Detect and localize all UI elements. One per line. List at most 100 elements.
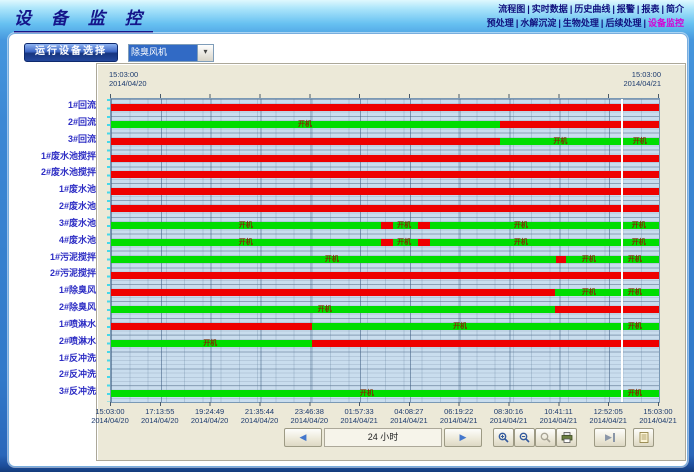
zoom-in-icon	[498, 432, 509, 443]
bar-event-label: 开机	[582, 256, 596, 263]
stop-segment	[556, 256, 566, 263]
device-combobox[interactable]: 除臭风机 ▾	[128, 44, 214, 62]
print-button[interactable]	[556, 428, 577, 447]
nav-link-2[interactable]: 实时数据	[532, 4, 568, 14]
nav-separator: |	[643, 18, 646, 28]
x-axis-tick-label: 15:03:002014/04/21	[626, 407, 690, 425]
nav-separator: |	[612, 4, 615, 14]
stop-segment	[418, 239, 430, 246]
time-range-track[interactable]: 24 小时	[324, 428, 442, 447]
bar-event-label: 开机	[318, 306, 332, 313]
nav-link-2[interactable]: 水解沉淀	[520, 18, 556, 28]
stop-segment	[111, 188, 659, 195]
bottom-axis-ticks	[110, 402, 659, 406]
nav-link-3[interactable]: 生物处理	[563, 18, 599, 28]
device-label: 2#除臭风机	[17, 302, 105, 313]
bar-event-label: 开机	[325, 256, 339, 263]
nav-link-1[interactable]: 流程图	[498, 4, 525, 14]
run-segment	[312, 323, 659, 330]
bar-event-label: 开机	[239, 222, 253, 229]
device-label: 4#废水池泵	[17, 235, 105, 246]
bar-event-label: 开机	[397, 239, 411, 246]
device-label: 1#废水池搅拌机	[17, 151, 105, 162]
bar-event-label: 开机	[514, 239, 528, 246]
stop-segment	[555, 306, 659, 313]
stop-segment	[500, 121, 659, 128]
nav-separator: |	[558, 18, 561, 28]
run-segment	[430, 222, 659, 229]
chevron-down-icon[interactable]: ▾	[197, 45, 213, 61]
device-label: 1#废水池泵	[17, 184, 105, 195]
zoom-out-button[interactable]	[514, 428, 535, 447]
device-label: 2#反冲洗泵	[17, 369, 105, 380]
nav-link-4[interactable]: 后续处理	[605, 18, 641, 28]
zoom-in-button[interactable]	[493, 428, 514, 447]
zoom-reset-icon	[540, 432, 551, 443]
stop-segment	[381, 239, 393, 246]
bar-event-label: 开机	[628, 256, 642, 263]
content-panel: 运行设备选择 除臭风机 ▾ 1#回流泵2#回流泵3#回流泵1#废水池搅拌机2#废…	[8, 33, 688, 467]
stop-segment	[111, 205, 659, 212]
stop-segment	[111, 272, 659, 279]
scroll-right-button[interactable]: ▶	[444, 428, 482, 447]
bar-event-label: 开机	[453, 323, 467, 330]
nav-link-1[interactable]: 预处理	[487, 18, 514, 28]
nav-link-5[interactable]: 设备监控	[648, 18, 684, 28]
bar-event-label: 开机	[633, 138, 647, 145]
device-label: 3#废水池泵	[17, 218, 105, 229]
nav-separator: |	[570, 4, 573, 14]
device-label: 1#回流泵	[17, 100, 105, 111]
device-label: 2#喷淋水泵	[17, 336, 105, 347]
bar-event-label: 开机	[628, 390, 642, 397]
stop-segment	[111, 289, 555, 296]
stop-segment	[418, 222, 430, 229]
chart-end-datetime: 15:03:002014/04/21	[623, 70, 661, 88]
zoom-reset-button[interactable]	[535, 428, 556, 447]
bar-event-label: 开机	[397, 222, 411, 229]
nav-separator: |	[527, 4, 530, 14]
bar-event-label: 开机	[628, 323, 642, 330]
top-navigation: 流程图|实时数据|历史曲线|报警|报表|简介 预处理|水解沉淀|生物处理|后续处…	[487, 2, 684, 30]
device-label: 1#喷淋水泵	[17, 319, 105, 330]
stop-segment	[111, 138, 500, 145]
bar-event-label: 开机	[582, 289, 596, 296]
device-label: 2#废水池泵	[17, 201, 105, 212]
nav-link-4[interactable]: 报警	[617, 4, 635, 14]
run-segment	[430, 239, 659, 246]
bar-event-label: 开机	[203, 340, 217, 347]
device-label: 3#回流泵	[17, 134, 105, 145]
run-device-select-button[interactable]: 运行设备选择	[24, 43, 118, 62]
chart-start-datetime: 15:03:002014/04/20	[109, 70, 147, 88]
device-label: 2#污泥搅拌机	[17, 268, 105, 279]
time-cursor-line[interactable]	[621, 99, 623, 402]
device-combobox-value[interactable]: 除臭风机	[129, 45, 197, 61]
nav-row-1: 流程图|实时数据|历史曲线|报警|报表|简介	[487, 2, 684, 16]
device-label: 1#污泥搅拌机	[17, 252, 105, 263]
nav-link-5[interactable]: 报表	[641, 4, 659, 14]
bar-event-label: 开机	[553, 138, 567, 145]
stop-segment	[111, 323, 312, 330]
device-label: 3#反冲洗泵	[17, 386, 105, 397]
nav-separator: |	[661, 4, 664, 14]
nav-link-3[interactable]: 历史曲线	[574, 4, 610, 14]
bar-event-label: 开机	[632, 239, 646, 246]
bar-event-label: 开机	[514, 222, 528, 229]
bar-event-label: 开机	[239, 239, 253, 246]
right-arrow-icon: ▶	[460, 430, 467, 445]
nav-link-6[interactable]: 简介	[666, 4, 684, 14]
gantt-plot-area: 开机开机开机开机开机开机开机开机开机开机开机开机开机开机开机开机开机开机开机开机…	[110, 98, 660, 403]
nav-separator: |	[601, 18, 604, 28]
scroll-left-button[interactable]: ◀	[284, 428, 322, 447]
run-segment	[111, 306, 555, 313]
page-title: 设 备 监 控	[14, 4, 153, 33]
left-arrow-icon: ◀	[300, 430, 307, 445]
stop-segment	[111, 104, 659, 111]
go-to-end-button[interactable]: ▶	[594, 428, 626, 447]
nav-separator: |	[637, 4, 640, 14]
bar-event-label: 开机	[298, 121, 312, 128]
stop-segment	[381, 222, 393, 229]
export-button[interactable]	[633, 428, 654, 447]
document-icon	[639, 432, 649, 443]
app-window: 设 备 监 控 流程图|实时数据|历史曲线|报警|报表|简介 预处理|水解沉淀|…	[0, 0, 694, 472]
nav-row-2: 预处理|水解沉淀|生物处理|后续处理|设备监控	[487, 16, 684, 30]
